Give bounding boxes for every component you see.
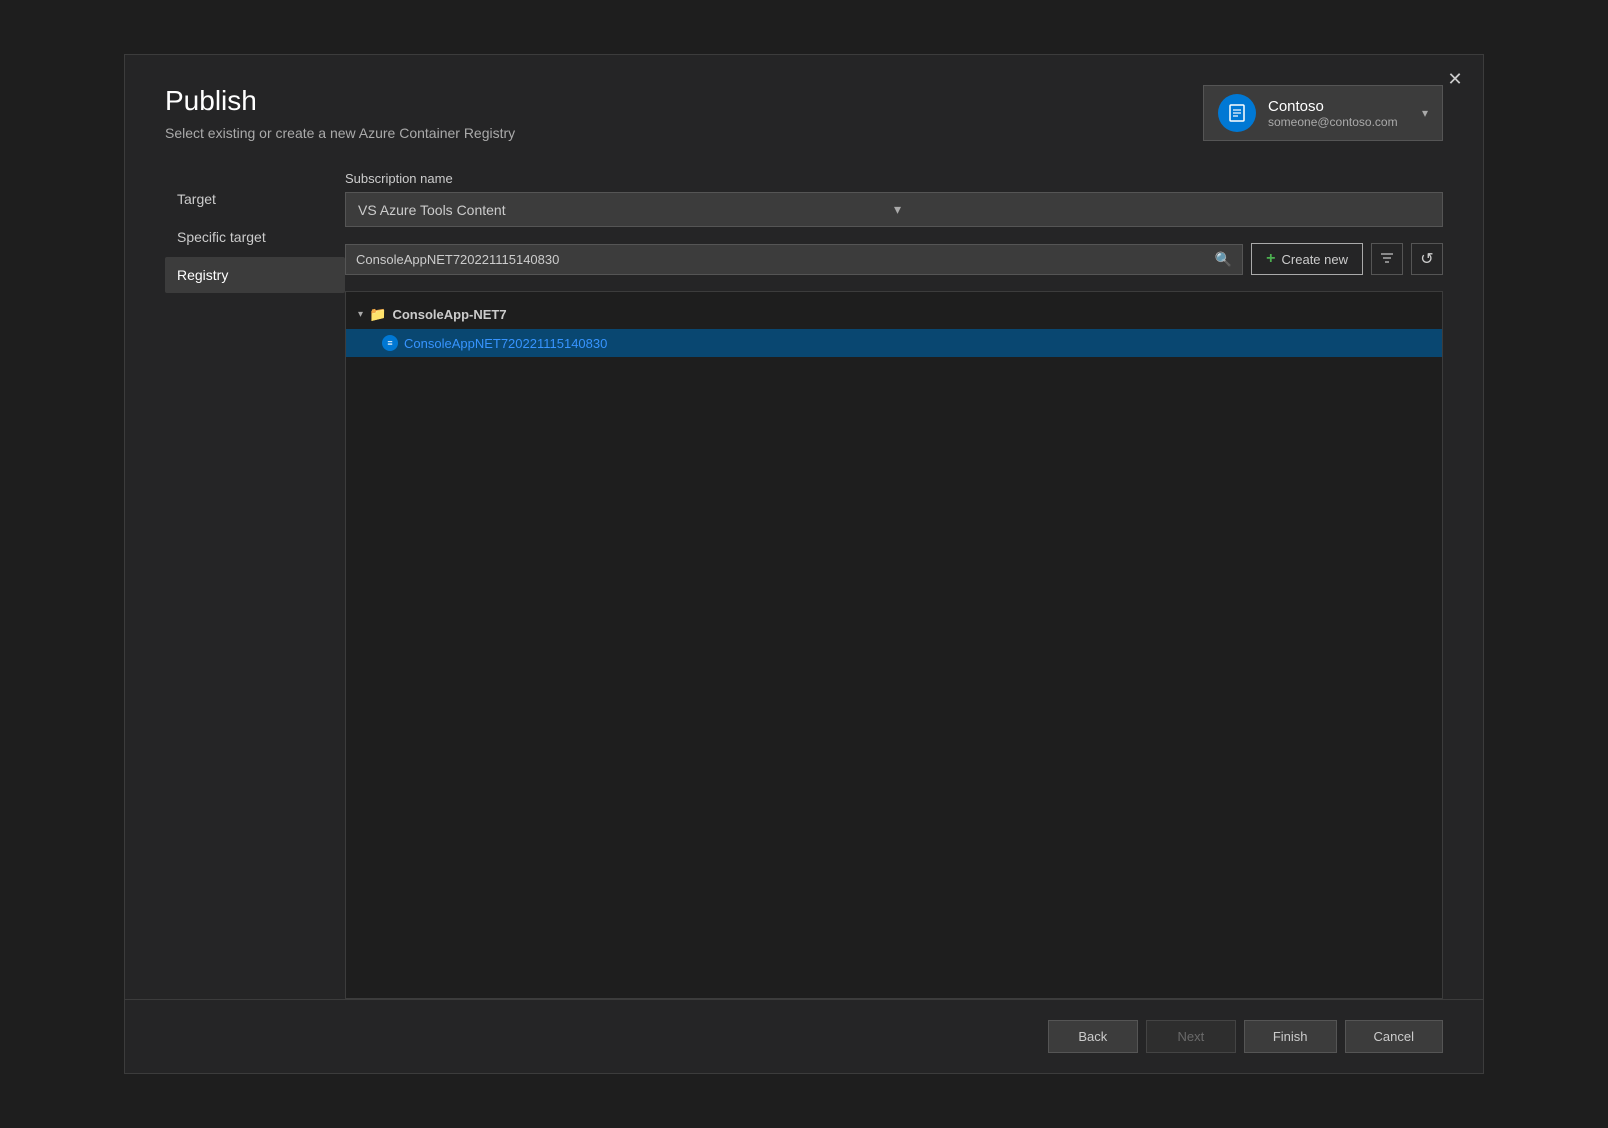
tree-group-name: ConsoleApp-NET7 — [392, 307, 506, 322]
filter-icon — [1379, 250, 1395, 269]
cancel-button[interactable]: Cancel — [1345, 1020, 1443, 1053]
refresh-button[interactable]: ↺ — [1411, 243, 1443, 275]
tree-group-header[interactable]: ▾ 📁 ConsoleApp-NET7 — [346, 300, 1442, 329]
sidebar: Target Specific target Registry — [165, 161, 345, 999]
dialog-subtitle: Select existing or create a new Azure Co… — [165, 125, 515, 141]
subscription-section: Subscription name VS Azure Tools Content… — [345, 171, 1443, 227]
back-button[interactable]: Back — [1048, 1020, 1138, 1053]
tree-group: ▾ 📁 ConsoleApp-NET7 ConsoleAppNET7202211… — [346, 300, 1442, 357]
account-chevron-icon: ▾ — [1422, 106, 1428, 120]
account-badge[interactable]: Contoso someone@contoso.com ▾ — [1203, 85, 1443, 141]
create-new-button[interactable]: + Create new — [1251, 243, 1363, 275]
subscription-label: Subscription name — [345, 171, 1443, 186]
folder-icon: 📁 — [369, 306, 386, 323]
dialog-header: Publish Select existing or create a new … — [125, 55, 1483, 161]
account-info: Contoso someone@contoso.com — [1268, 98, 1410, 129]
create-new-label: Create new — [1282, 252, 1348, 267]
finish-button[interactable]: Finish — [1244, 1020, 1337, 1053]
registry-icon — [382, 335, 398, 351]
tree-item-name: ConsoleAppNET720221115140830 — [404, 336, 607, 351]
publish-dialog: ✕ Publish Select existing or create a ne… — [124, 54, 1484, 1074]
sidebar-item-registry[interactable]: Registry — [165, 257, 345, 293]
tree-chevron-icon: ▾ — [358, 309, 363, 320]
dialog-content: Target Specific target Registry Subscrip… — [125, 161, 1483, 999]
refresh-icon: ↺ — [1420, 249, 1433, 269]
account-name: Contoso — [1268, 98, 1410, 115]
search-row: 🔍 + Create new ↺ — [345, 243, 1443, 275]
tree-panel: ▾ 📁 ConsoleApp-NET7 ConsoleAppNET7202211… — [345, 291, 1443, 999]
dialog-title: Publish — [165, 85, 515, 117]
search-box: 🔍 — [345, 244, 1243, 275]
sidebar-item-specific-target[interactable]: Specific target — [165, 219, 345, 255]
account-email: someone@contoso.com — [1268, 115, 1410, 129]
subscription-chevron-icon: ▾ — [894, 201, 1430, 218]
search-icon: 🔍 — [1215, 251, 1232, 268]
next-button[interactable]: Next — [1146, 1020, 1236, 1053]
close-button[interactable]: ✕ — [1441, 65, 1469, 93]
sidebar-item-target[interactable]: Target — [165, 181, 345, 217]
subscription-value: VS Azure Tools Content — [358, 202, 894, 218]
account-icon — [1218, 94, 1256, 132]
subscription-dropdown[interactable]: VS Azure Tools Content ▾ — [345, 192, 1443, 227]
filter-button[interactable] — [1371, 243, 1403, 275]
plus-icon: + — [1266, 250, 1275, 268]
tree-item-registry[interactable]: ConsoleAppNET720221115140830 — [346, 329, 1442, 357]
main-panel: Subscription name VS Azure Tools Content… — [345, 161, 1443, 999]
header-left: Publish Select existing or create a new … — [165, 85, 515, 141]
search-input[interactable] — [356, 252, 1207, 267]
dialog-footer: Back Next Finish Cancel — [125, 999, 1483, 1073]
